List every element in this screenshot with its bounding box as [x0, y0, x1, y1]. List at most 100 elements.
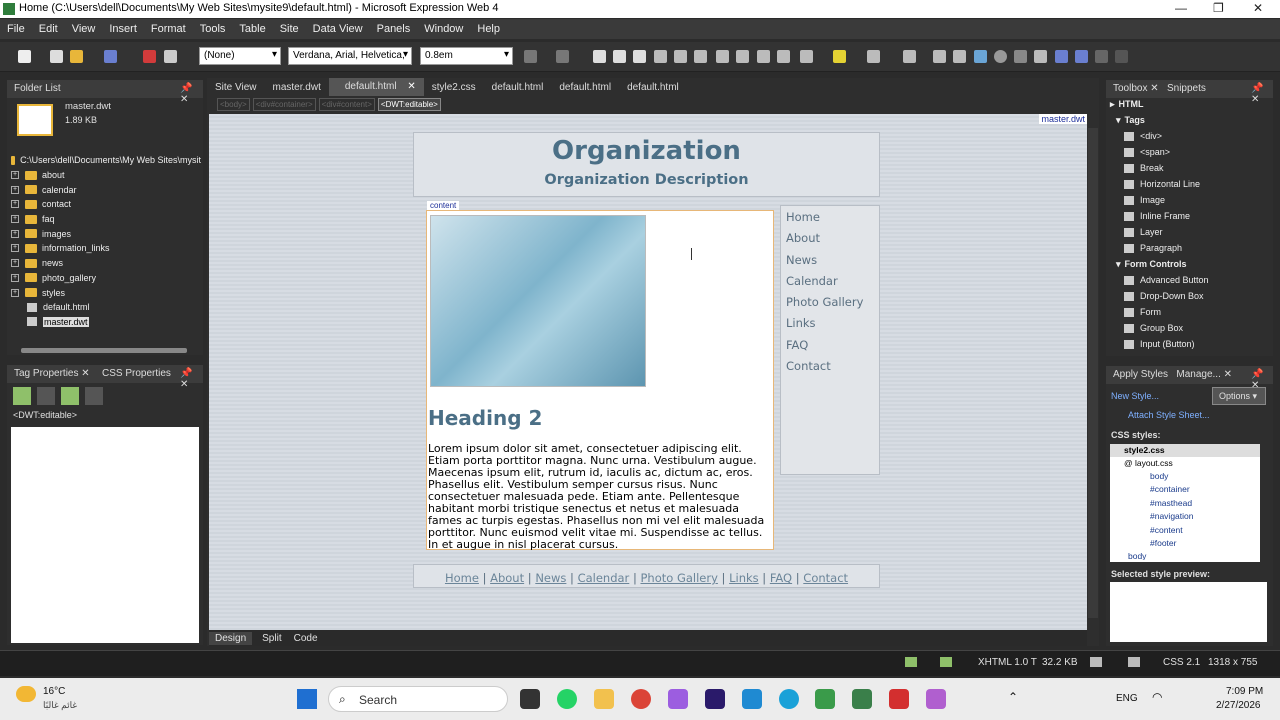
folder-icon[interactable]: [70, 50, 83, 63]
tool-inline-frame[interactable]: Inline Frame: [1110, 208, 1260, 224]
highlight-icon[interactable]: [833, 50, 846, 63]
footer-photo-gallery[interactable]: Photo Gallery: [640, 571, 717, 585]
menu-tools[interactable]: Tools: [200, 23, 226, 35]
tool-span[interactable]: <span>: [1110, 144, 1260, 160]
file-explorer-icon[interactable]: [594, 689, 614, 709]
layout-icon[interactable]: [1128, 657, 1140, 667]
rule-masthead[interactable]: #masthead: [1110, 497, 1260, 510]
tab-tag-properties[interactable]: Tag Properties: [14, 368, 78, 379]
search-box[interactable]: ⌕ Search: [328, 686, 508, 712]
font-color-icon[interactable]: [867, 50, 880, 63]
menu-window[interactable]: Window: [424, 23, 463, 35]
folder-item[interactable]: + calendar: [11, 182, 201, 197]
undo-icon[interactable]: [524, 50, 537, 63]
numbered-list-icon[interactable]: [716, 50, 729, 63]
publish-icon[interactable]: [143, 50, 156, 63]
footer-news[interactable]: News: [535, 571, 566, 585]
tab-default-html-active[interactable]: default.html ✕: [328, 78, 424, 96]
bullet-list-icon[interactable]: [736, 50, 749, 63]
style-combo[interactable]: (None): [199, 47, 281, 65]
root-folder[interactable]: C:\Users\dell\Documents\My Web Sites\mys…: [11, 153, 201, 168]
tags-group[interactable]: ▾ Tags: [1110, 112, 1260, 128]
tool-input-button[interactable]: Input (Button): [1110, 336, 1260, 352]
tab-apply-styles[interactable]: Apply Styles: [1113, 369, 1168, 380]
tab-style2-css[interactable]: style2.css: [424, 82, 484, 93]
bold-icon[interactable]: [593, 50, 606, 63]
tool-dropdown[interactable]: Drop-Down Box: [1110, 288, 1260, 304]
tab-site-view[interactable]: Site View: [207, 82, 265, 93]
folder-item[interactable]: + images: [11, 226, 201, 241]
content-region[interactable]: Heading 2 Lorem ipsum dolor sit amet, co…: [426, 210, 774, 551]
horizontal-scrollbar[interactable]: [21, 348, 187, 353]
tab-default-html[interactable]: default.html: [551, 82, 619, 93]
tool-group-box[interactable]: Group Box: [1110, 320, 1260, 336]
open-icon[interactable]: [50, 50, 63, 63]
rule-footer[interactable]: #footer: [1110, 537, 1260, 550]
image-icon[interactable]: [953, 50, 966, 63]
html-group[interactable]: ▸ HTML: [1110, 96, 1260, 112]
vertical-scrollbar[interactable]: [1088, 128, 1098, 618]
tab-css-properties[interactable]: CSS Properties: [102, 368, 171, 379]
chevron-up-icon[interactable]: ⌃: [1008, 690, 1018, 704]
paragraph-mark-icon[interactable]: [1034, 50, 1047, 63]
tool-horizontal-line[interactable]: Horizontal Line: [1110, 176, 1260, 192]
save-icon[interactable]: [104, 50, 117, 63]
maximize-icon[interactable]: ❐: [1213, 1, 1224, 15]
sort-icon[interactable]: [37, 387, 55, 405]
align-center-icon[interactable]: [674, 50, 687, 63]
visual-aids-icon[interactable]: [905, 657, 917, 667]
folder-item[interactable]: + faq: [11, 212, 201, 227]
nav-home[interactable]: Home: [781, 210, 879, 231]
circle-icon[interactable]: [994, 50, 1007, 63]
tool-form[interactable]: Form: [1110, 304, 1260, 320]
edge-icon[interactable]: [779, 689, 799, 709]
rule-container[interactable]: #container: [1110, 483, 1260, 496]
sheet-layout[interactable]: @ layout.css: [1110, 457, 1260, 470]
crumb-container[interactable]: <div#container>: [252, 98, 316, 111]
sheet-style2[interactable]: style2.css: [1110, 444, 1260, 457]
menu-file[interactable]: File: [7, 23, 25, 35]
menu-panels[interactable]: Panels: [377, 23, 411, 35]
font-combo[interactable]: Verdana, Arial, Helvetica,: [288, 47, 412, 65]
new-icon[interactable]: [18, 50, 31, 63]
tab-master-dwt[interactable]: master.dwt: [265, 82, 329, 93]
borders-icon[interactable]: [800, 50, 813, 63]
crumb-content[interactable]: <div#content>: [318, 98, 375, 111]
categorized-icon[interactable]: [13, 387, 31, 405]
menu-insert[interactable]: Insert: [109, 23, 137, 35]
tool-div[interactable]: <div>: [1110, 128, 1260, 144]
tool-layer[interactable]: Layer: [1110, 224, 1260, 240]
menu-edit[interactable]: Edit: [39, 23, 58, 35]
nav-about[interactable]: About: [781, 231, 879, 252]
snipping-icon[interactable]: [926, 689, 946, 709]
nav-photo-gallery[interactable]: Photo Gallery: [781, 295, 879, 316]
tab-snippets[interactable]: Snippets: [1167, 83, 1206, 94]
menu-help[interactable]: Help: [477, 23, 500, 35]
menu-view[interactable]: View: [72, 23, 96, 35]
css-status[interactable]: CSS 2.1: [1163, 657, 1200, 668]
expression-web-icon[interactable]: [815, 689, 835, 709]
wifi-icon[interactable]: ◠: [1152, 690, 1162, 704]
footer-faq[interactable]: FAQ: [770, 571, 792, 585]
preview-icon[interactable]: [164, 50, 177, 63]
crumb-body[interactable]: <body>: [217, 98, 250, 111]
tab-default-html[interactable]: default.html: [484, 82, 552, 93]
minimize-icon[interactable]: —: [1175, 1, 1187, 15]
chrome-icon[interactable]: [631, 689, 651, 709]
clock-time[interactable]: 7:09 PM: [1226, 686, 1263, 697]
footer-home[interactable]: Home: [445, 571, 479, 585]
size-combo[interactable]: 0.8em: [420, 47, 513, 65]
tool-image[interactable]: Image: [1110, 192, 1260, 208]
italic-icon[interactable]: [613, 50, 626, 63]
rule-body[interactable]: body: [1110, 470, 1260, 483]
indent-icon[interactable]: [757, 50, 770, 63]
premiere-icon[interactable]: [705, 689, 725, 709]
nav-calendar[interactable]: Calendar: [781, 274, 879, 295]
misc-icon[interactable]: [1095, 50, 1108, 63]
new-style-link[interactable]: New Style...: [1111, 391, 1159, 401]
rule-content[interactable]: #content: [1110, 524, 1260, 537]
menu-site[interactable]: Site: [280, 23, 299, 35]
tool-advanced-button[interactable]: Advanced Button: [1110, 272, 1260, 288]
nav-news[interactable]: News: [781, 253, 879, 274]
arrow2-icon[interactable]: [1075, 50, 1088, 63]
